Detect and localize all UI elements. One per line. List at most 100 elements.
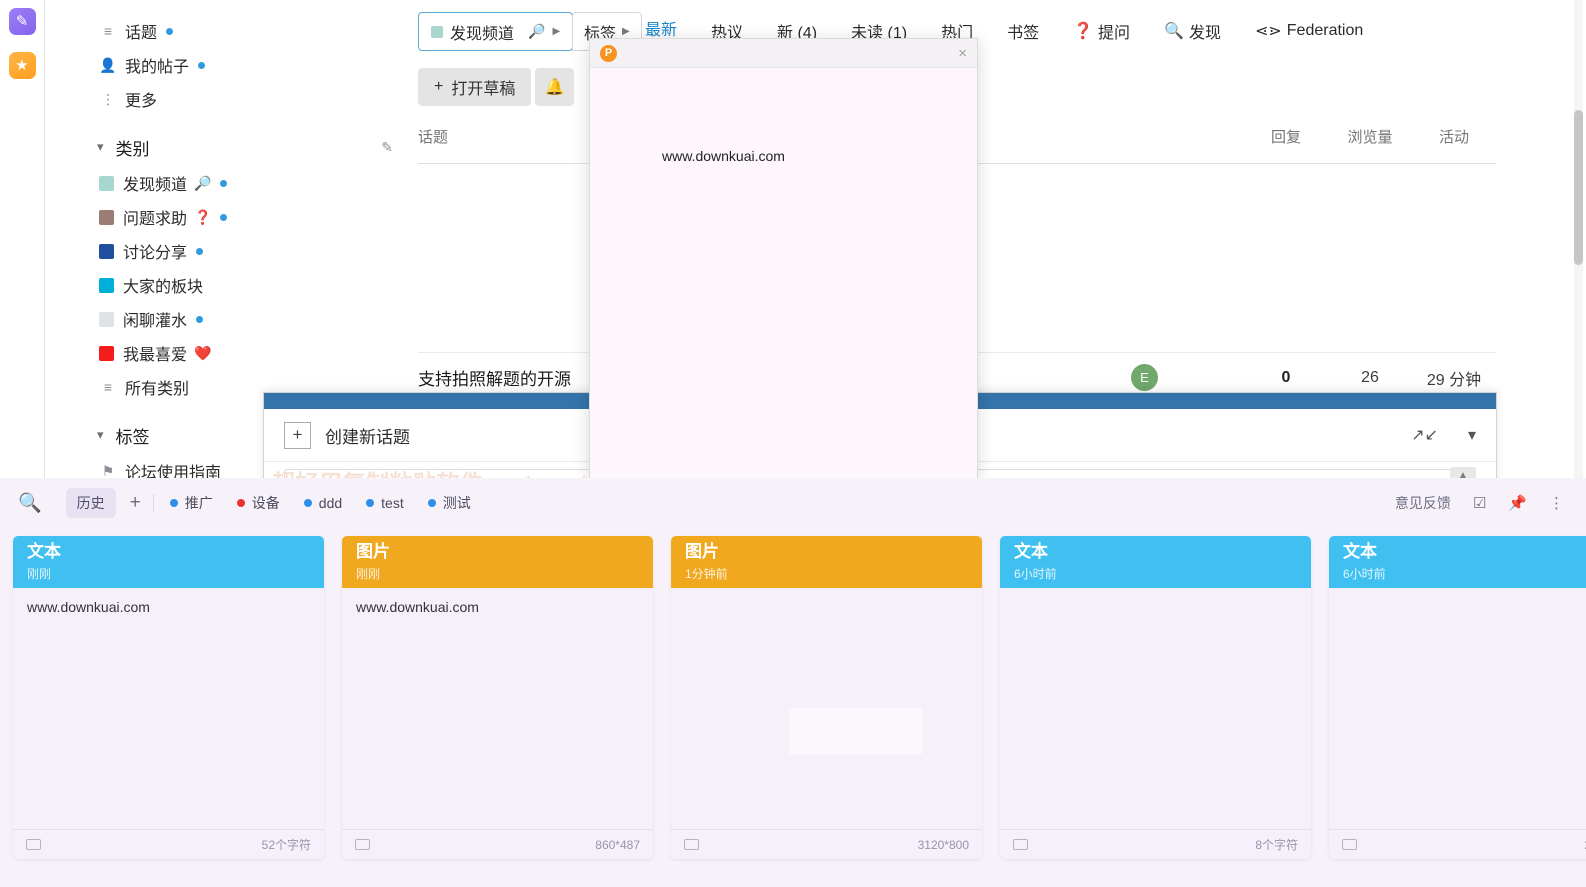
card-time-label: 刚刚 — [27, 566, 52, 581]
sidebar-category-favorites[interactable]: 我最喜爱 ❤️ — [45, 336, 415, 370]
card-header: 文本 刚刚 — [13, 536, 324, 588]
sidebar-category-discover[interactable]: 发现频道 🔎 — [45, 166, 415, 200]
tag-dot-icon — [236, 499, 245, 507]
sidebar-item-topics[interactable]: ≡ 话题 — [45, 14, 415, 48]
card-time-label: 1分钟前 — [685, 566, 728, 581]
card-footer: 52个字符 — [13, 829, 324, 859]
category-color-swatch — [99, 311, 114, 327]
list-item[interactable]: 图片 刚刚 www.downkuai.com 860*487 — [342, 536, 653, 859]
plus-icon[interactable]: + — [284, 421, 311, 449]
page-scrollbar-thumb[interactable] — [1574, 110, 1583, 265]
category-filter-label: 发现频道 — [450, 25, 515, 43]
list-item[interactable]: 文本 6小时前 2个字符 — [1329, 536, 1586, 859]
notifications-bell-button[interactable]: 🔔 — [535, 68, 574, 106]
card-meta-label: 8个字符 — [1255, 838, 1298, 852]
clipboard-toolbar-right: 意见反馈 ☑ 📌 ⋮ — [1395, 493, 1564, 513]
card-type-label: 图片 — [356, 542, 390, 561]
category-label: 我最喜爱 — [123, 347, 188, 364]
tag-filter-device[interactable]: 设备 — [236, 493, 280, 513]
sidebar-category-everyone[interactable]: 大家的板块 — [45, 268, 415, 302]
new-topic-label: 创建新话题 — [325, 427, 410, 447]
nav-label: 提问 — [1098, 24, 1131, 42]
magnifier-emoji-icon: 🔍 — [1164, 22, 1184, 40]
star-app-icon[interactable]: ★ — [8, 52, 36, 79]
category-filter-button[interactable]: 发现频道 🔎 ▶ — [418, 12, 574, 51]
layers-icon: ≡ — [103, 23, 113, 39]
sidebar-item-more[interactable]: ⋮ 更多 — [45, 82, 415, 116]
popup-title-bar[interactable]: P × — [590, 39, 977, 68]
category-label: 问题求助 — [123, 211, 188, 228]
card-time-label: 6小时前 — [1014, 566, 1057, 581]
chevron-down-icon: ▾ — [97, 139, 104, 154]
sidebar-category-discussion[interactable]: 讨论分享 — [45, 234, 415, 268]
column-header-views[interactable]: 浏览量 — [1328, 126, 1412, 147]
categories-section-header[interactable]: ▾ 类别 ✎ — [45, 128, 415, 166]
unread-dot — [198, 61, 206, 69]
tag-filter-ceshi[interactable]: 测试 — [427, 493, 471, 513]
avatar[interactable]: E — [1131, 364, 1158, 391]
keyboard-icon — [1342, 839, 1357, 850]
card-header: 文本 6小时前 — [1000, 536, 1311, 588]
popup-content: www.downkuai.com — [662, 148, 785, 164]
nav-discover[interactable]: 🔍 发现 — [1164, 19, 1221, 43]
nav-federation[interactable]: ⋖⋗ Federation — [1255, 21, 1363, 41]
unread-dot — [196, 247, 204, 255]
category-label: 讨论分享 — [123, 245, 188, 262]
sidebar-item-label: 话题 — [125, 25, 158, 42]
card-type-label: 文本 — [27, 542, 61, 561]
tag-label: 设备 — [251, 495, 280, 511]
federation-icon: ⋖⋗ — [1254, 22, 1282, 40]
heart-emoji-icon: ❤️ — [194, 344, 212, 361]
add-tag-button[interactable]: + — [130, 492, 141, 514]
tag-filter-ddd[interactable]: ddd — [303, 495, 342, 511]
tag-label: 测试 — [442, 495, 471, 511]
clipboard-toolbar: 🔍 历史 + 推广 设备 ddd test 测试 意见反馈 ☑ 📌 ⋮ — [0, 478, 1586, 528]
pastemate-logo-icon: P — [600, 44, 617, 62]
search-icon[interactable]: 🔍 — [18, 491, 42, 515]
nav-label: Federation — [1286, 21, 1364, 39]
clipboard-card-list: 文本 刚刚 www.downkuai.com 52个字符 图片 刚刚 www.d… — [0, 528, 1586, 868]
tag-label: 推广 — [184, 495, 213, 511]
feedback-link[interactable]: 意见反馈 — [1395, 493, 1451, 513]
sidebar-item-label: 我的帖子 — [125, 59, 190, 76]
tag-dot-icon — [427, 499, 436, 507]
tag-dot-icon — [366, 499, 375, 507]
checklist-icon[interactable]: ☑ — [1473, 494, 1486, 512]
list-item[interactable]: 文本 刚刚 www.downkuai.com 52个字符 — [13, 536, 324, 859]
tag-filter-test[interactable]: test — [366, 495, 404, 511]
column-header-activity[interactable]: 活动 — [1412, 126, 1496, 147]
chevron-down-icon: ▾ — [97, 427, 104, 442]
nav-bookmarks[interactable]: 书签 — [1007, 19, 1039, 43]
sidebar-item-my-posts[interactable]: 👤 我的帖子 — [45, 48, 415, 82]
card-type-label: 图片 — [685, 542, 719, 561]
nav-label: 书签 — [1007, 24, 1040, 42]
unread-dot — [196, 315, 204, 323]
app-rail: ✎ ★ — [0, 0, 45, 478]
list-item[interactable]: 文本 6小时前 8个字符 — [1000, 536, 1311, 859]
close-icon[interactable]: × — [958, 45, 967, 62]
tag-filter-promotion[interactable]: 推广 — [169, 493, 213, 513]
sidebar-category-help[interactable]: 问题求助 ❓ — [45, 200, 415, 234]
column-header-replies[interactable]: 回复 — [1244, 126, 1328, 147]
chevron-down-icon[interactable]: ▾ — [1468, 425, 1476, 445]
edit-pencil-icon[interactable]: ✎ — [381, 139, 393, 156]
expand-icon[interactable]: ↗↙ — [1411, 425, 1438, 445]
sidebar-category-chat[interactable]: 闲聊灌水 — [45, 302, 415, 336]
unread-dot — [220, 213, 228, 221]
history-chip[interactable]: 历史 — [65, 488, 116, 518]
image-thumbnail — [789, 708, 922, 754]
open-draft-button[interactable]: + 打开草稿 — [418, 68, 532, 106]
list-item[interactable]: 图片 1分钟前 3120*800 — [671, 536, 982, 859]
more-options-icon[interactable]: ⋮ — [1549, 494, 1564, 512]
card-time-label: 6小时前 — [1343, 566, 1386, 581]
dots-vertical-icon: ⋮ — [101, 90, 115, 107]
nav-ask[interactable]: ❓ 提问 — [1073, 19, 1130, 43]
card-type-label: 文本 — [1343, 542, 1377, 561]
editor-app-icon[interactable]: ✎ — [8, 8, 36, 35]
open-draft-label: 打开草稿 — [451, 81, 516, 98]
category-color-swatch — [99, 277, 114, 293]
pin-icon[interactable]: 📌 — [1508, 494, 1527, 512]
composer-actions: ↗↙ ▾ — [1411, 425, 1476, 445]
cell-activity: 29 分钟 — [1426, 371, 1482, 389]
card-footer: 3120*800 — [671, 829, 982, 859]
